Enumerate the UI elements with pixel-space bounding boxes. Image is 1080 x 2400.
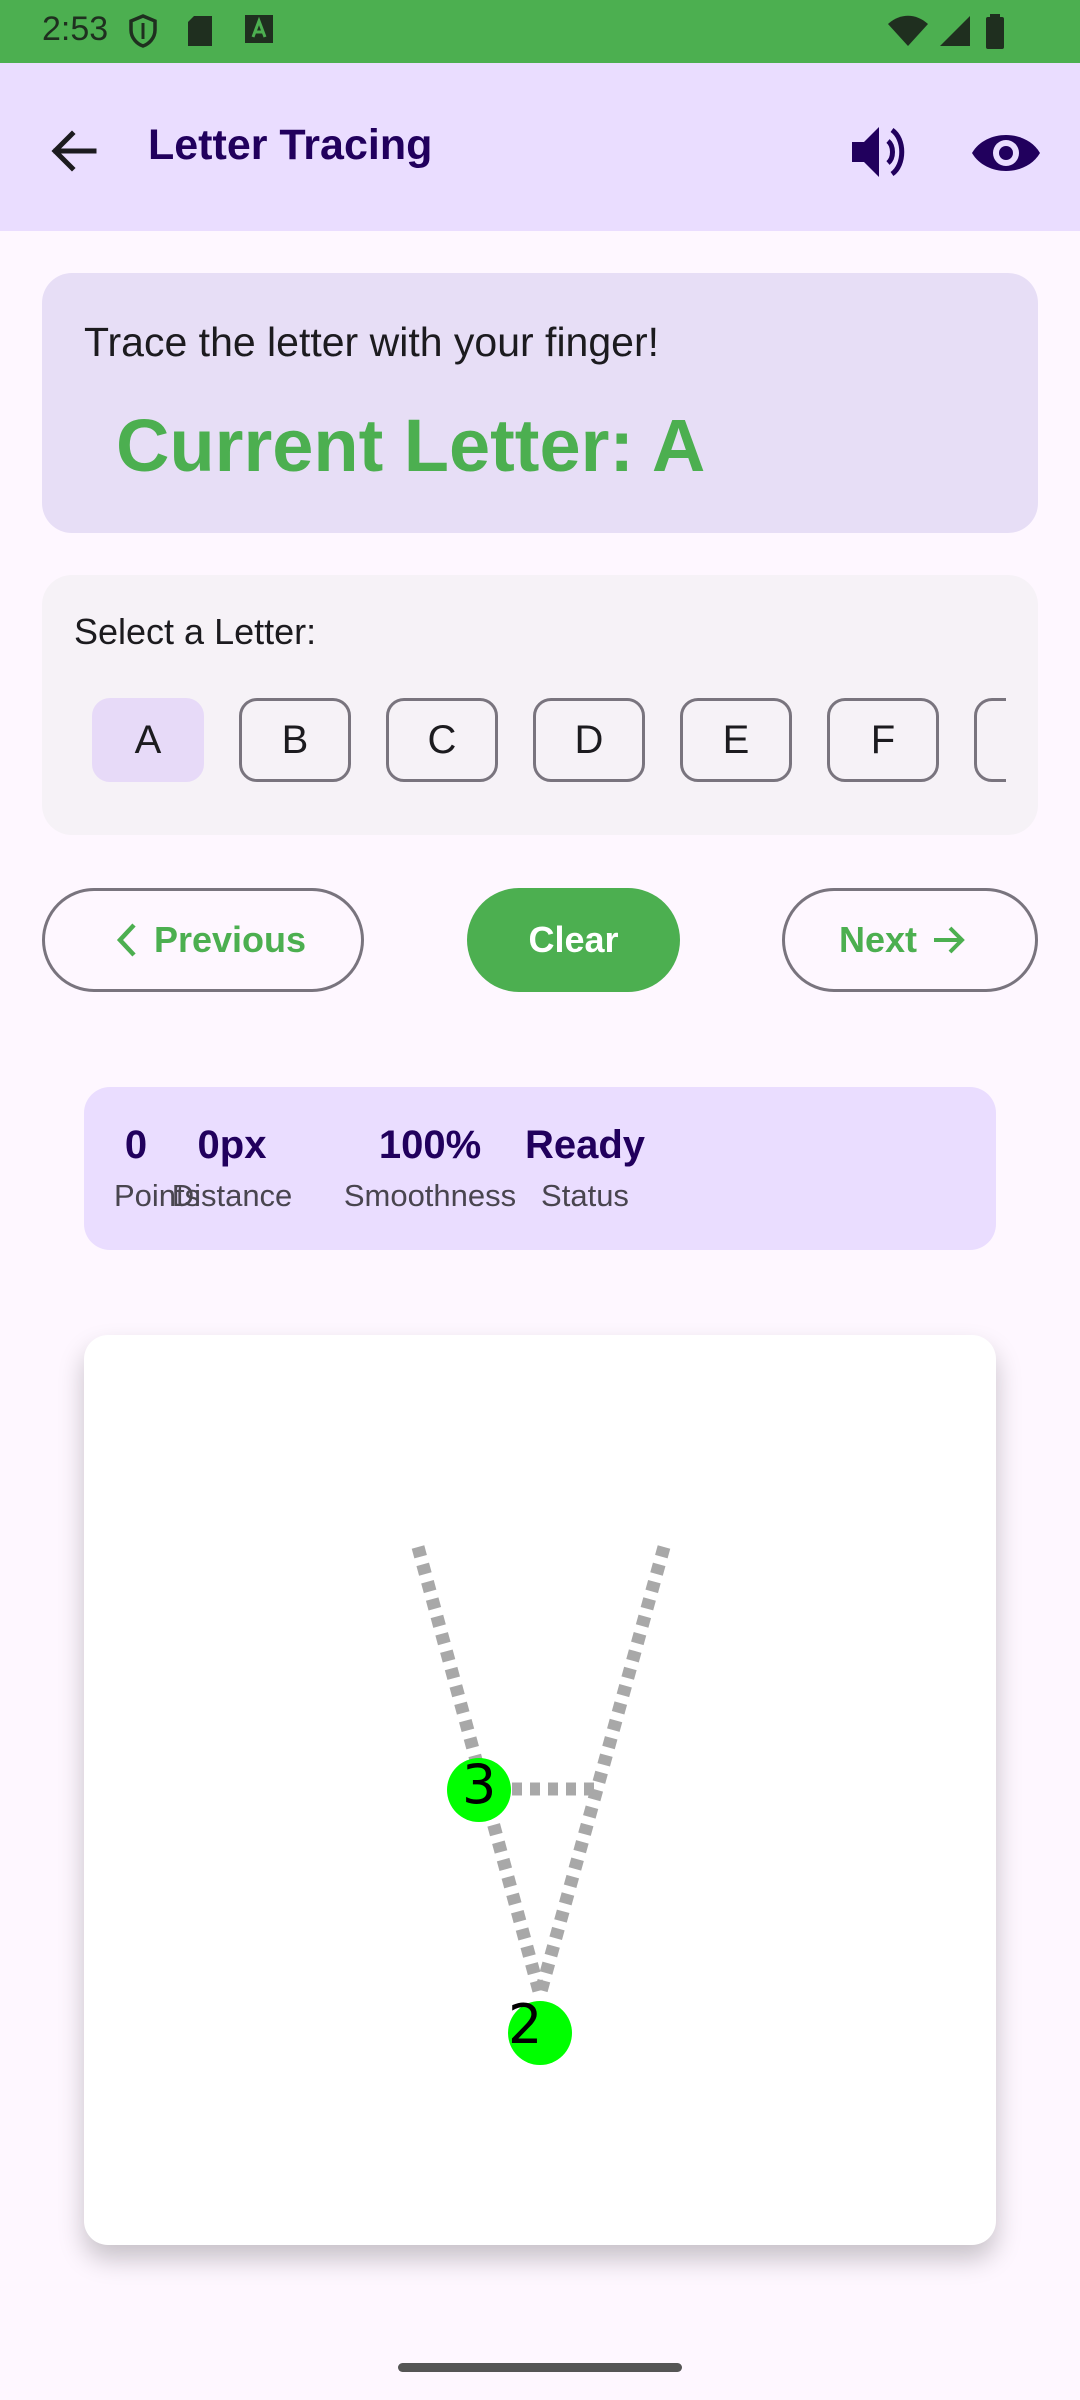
instruction-text: Trace the letter with your finger! <box>84 319 660 365</box>
status-label: Status <box>541 1178 629 1213</box>
letter-chip-e[interactable]: E <box>680 698 792 782</box>
letter-guide-svg: 3 2 <box>411 1545 671 2065</box>
letter-chip-d[interactable]: D <box>533 698 645 782</box>
next-button[interactable]: Next <box>782 888 1038 992</box>
smoothness-value: 100% <box>378 1123 482 1167</box>
tracing-canvas[interactable]: 3 2 <box>84 1335 996 2245</box>
stat-smoothness: 100% Smoothness <box>340 1123 520 1214</box>
select-letter-label: Select a Letter: <box>74 611 317 652</box>
arrow-right-icon <box>934 926 965 954</box>
previous-button[interactable]: Previous <box>42 888 364 992</box>
wifi-icon <box>888 15 928 46</box>
smoothness-label: Smoothness <box>343 1178 517 1213</box>
back-arrow-icon[interactable] <box>44 121 104 181</box>
home-gesture-bar[interactable] <box>398 2363 682 2372</box>
status-bar: 2:53 <box>0 0 1080 63</box>
cell-signal-icon <box>940 16 970 46</box>
eye-icon[interactable] <box>970 117 1042 189</box>
distance-label: Distance <box>171 1178 293 1213</box>
stat-distance: 0px Distance <box>168 1123 296 1214</box>
points-label: Points <box>114 1178 201 1213</box>
shield-icon <box>129 14 157 48</box>
status-time: 2:53 <box>42 10 109 48</box>
speaker-icon[interactable] <box>846 117 916 187</box>
letter-chip-a[interactable]: A <box>92 698 204 782</box>
clear-button[interactable]: Clear <box>467 888 680 992</box>
letter-chip-g[interactable]: G <box>974 698 1006 782</box>
instruction-card: Trace the letter with your finger! Curre… <box>42 273 1038 533</box>
stats-panel: 0 Points 0px Distance 100% Smoothness Re… <box>84 1087 996 1250</box>
app-notification-icon <box>245 15 273 43</box>
status-value: Ready <box>524 1123 646 1167</box>
chevron-left-icon <box>116 923 136 957</box>
stat-status: Ready Status <box>520 1123 650 1214</box>
start-marker-label-3: 3 <box>462 1753 496 1816</box>
next-label: Next <box>838 919 918 960</box>
letter-chip-c[interactable]: C <box>386 698 498 782</box>
points-value: 0 <box>124 1123 148 1167</box>
clear-label: Clear <box>528 919 619 960</box>
letter-chip-b[interactable]: B <box>239 698 351 782</box>
guide-stroke-right <box>533 1545 671 1997</box>
sd-card-icon <box>188 16 212 46</box>
stat-points: 0 Points <box>114 1123 201 1214</box>
letter-selector-card: Select a Letter: A B C D E F G <box>42 575 1038 835</box>
distance-value: 0px <box>197 1123 267 1167</box>
start-marker-label-2: 2 <box>508 1993 542 2056</box>
app-bar: Letter Tracing <box>0 63 1080 231</box>
letter-chip-f[interactable]: F <box>827 698 939 782</box>
letter-chip-row[interactable]: A B C D E F G <box>92 698 1006 782</box>
current-letter-heading: Current Letter: A <box>116 404 706 487</box>
app-title: Letter Tracing <box>148 121 433 169</box>
battery-icon <box>986 14 1004 49</box>
previous-label: Previous <box>153 919 307 960</box>
